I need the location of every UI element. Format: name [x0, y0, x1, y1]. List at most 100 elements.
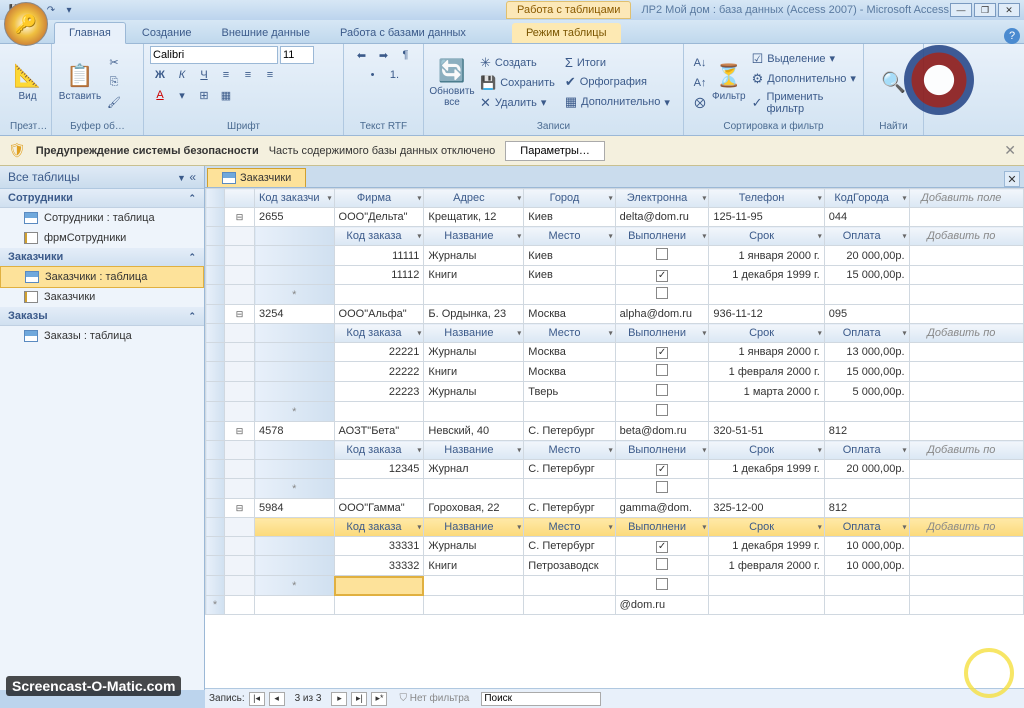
nav-new-icon[interactable]: ▸*	[371, 692, 387, 706]
column-header[interactable]: Название▾	[424, 324, 524, 343]
filter-status[interactable]: ⛉ Нет фильтра	[391, 693, 477, 704]
new-subrow[interactable]: *	[206, 479, 1024, 499]
doc-close-icon[interactable]: ✕	[1004, 171, 1020, 187]
sort-desc-icon[interactable]: A↑	[690, 74, 710, 92]
font-name-combo[interactable]	[150, 46, 278, 64]
record-search-input[interactable]	[481, 692, 601, 706]
new-row[interactable]: *@dom.ru	[206, 596, 1024, 615]
selection-button[interactable]: ☑Выделение ▾	[748, 50, 860, 68]
column-header[interactable]: Название▾	[424, 227, 524, 246]
column-header[interactable]: Название▾	[424, 441, 524, 460]
checkbox[interactable]: ✓	[656, 347, 668, 359]
collapse-icon[interactable]: ⌃	[188, 193, 196, 204]
advanced-filter-button[interactable]: ⚙Дополнительно ▾	[748, 70, 860, 88]
navpane-group-header[interactable]: Заказы⌃	[0, 307, 204, 326]
column-header[interactable]: Оплата▾	[824, 227, 909, 246]
column-header[interactable]: КодГорода▾	[824, 189, 909, 208]
bullets-icon[interactable]: •	[363, 66, 383, 84]
security-options-button[interactable]: Параметры…	[505, 141, 605, 161]
navpane-item[interactable]: Сотрудники : таблица	[0, 208, 204, 228]
checkbox[interactable]: ✓	[656, 541, 668, 553]
format-painter-icon[interactable]: 🖌	[104, 94, 124, 112]
column-header[interactable]: Адрес▾	[424, 189, 524, 208]
minimize-button[interactable]: —	[950, 3, 972, 17]
new-record-button[interactable]: ✳Создать	[476, 54, 559, 72]
nav-next-icon[interactable]: ▸	[331, 692, 347, 706]
column-header[interactable]: Код заказа▾	[334, 324, 424, 343]
table-row[interactable]: ⊟5984ООО"Гамма"Гороховая, 22С. Петербург…	[206, 499, 1024, 518]
checkbox[interactable]	[656, 248, 668, 260]
align-right-icon[interactable]: ≡	[260, 66, 280, 84]
rtl-icon[interactable]: ¶	[396, 46, 416, 64]
column-header[interactable]: Срок▾	[709, 324, 824, 343]
column-header[interactable]: Добавить по	[909, 441, 1023, 460]
spelling-button[interactable]: ✔Орфография	[561, 73, 674, 91]
column-header[interactable]: Срок▾	[709, 518, 824, 537]
help-icon[interactable]: ?	[1004, 28, 1020, 44]
table-row[interactable]: 22221ЖурналыМосква✓1 января 2000 г.13 00…	[206, 343, 1024, 362]
collapse-pane-icon[interactable]: «	[189, 170, 196, 184]
bold-button[interactable]: Ж	[150, 66, 170, 84]
checkbox[interactable]: ✓	[656, 464, 668, 476]
column-header[interactable]: Добавить по	[909, 324, 1023, 343]
table-row[interactable]: ⊟2655ООО"Дельта"Крещатик, 12Киевdelta@do…	[206, 208, 1024, 227]
refresh-button[interactable]: 🔄Обновить все	[430, 50, 474, 116]
table-row[interactable]: ⊟4578АОЗТ"Бета"Невский, 40С. Петербургbe…	[206, 422, 1024, 441]
column-header[interactable]: Срок▾	[709, 441, 824, 460]
column-header[interactable]: Фирма▾	[334, 189, 424, 208]
tab-datasheet[interactable]: Режим таблицы	[512, 23, 621, 43]
table-row[interactable]: 11112КнигиКиев✓1 декабря 1999 г.15 000,0…	[206, 266, 1024, 285]
underline-button[interactable]: Ч	[194, 66, 214, 84]
font-color-icon[interactable]: A	[150, 86, 170, 104]
collapse-icon[interactable]: ⊟	[225, 208, 255, 227]
table-row[interactable]: 33331ЖурналыС. Петербург✓1 декабря 1999 …	[206, 537, 1024, 556]
navpane-group-header[interactable]: Сотрудники⌃	[0, 189, 204, 208]
collapse-icon[interactable]: ⌃	[188, 252, 196, 263]
column-header[interactable]: Срок▾	[709, 227, 824, 246]
qat-customize-icon[interactable]: ▾	[62, 3, 76, 17]
altrow-icon[interactable]: ▦	[216, 86, 236, 104]
column-header[interactable]: Место▾	[524, 324, 615, 343]
filter-button[interactable]: ⏳Фильтр	[712, 50, 746, 116]
table-row[interactable]: 33332КнигиПетрозаводск1 февраля 2000 г.1…	[206, 556, 1024, 576]
close-button[interactable]: ✕	[998, 3, 1020, 17]
navpane-group-header[interactable]: Заказчики⌃	[0, 248, 204, 267]
security-close-icon[interactable]: ✕	[1004, 142, 1016, 159]
column-header[interactable]: Добавить по	[909, 518, 1023, 537]
column-header[interactable]: Место▾	[524, 441, 615, 460]
column-header[interactable]: Добавить поле	[909, 189, 1023, 208]
table-row[interactable]: ⊟3254ООО"Альфа"Б. Ордынка, 23Москваalpha…	[206, 305, 1024, 324]
column-header[interactable]: Место▾	[524, 227, 615, 246]
navpane-item[interactable]: Заказчики : таблица	[0, 266, 204, 288]
column-header[interactable]: Оплата▾	[824, 441, 909, 460]
navpane-item[interactable]: фрмСотрудники	[0, 228, 204, 248]
column-header[interactable]: Код заказа▾	[334, 227, 424, 246]
indent-dec-icon[interactable]: ⬅	[352, 46, 372, 64]
datasheet-grid[interactable]: Код заказчи▾Фирма▾Адрес▾Город▾Электронна…	[205, 188, 1024, 615]
collapse-icon[interactable]: ⊟	[225, 422, 255, 441]
new-subrow[interactable]: *	[206, 576, 1024, 596]
column-header[interactable]: Добавить по	[909, 227, 1023, 246]
column-header[interactable]: Название▾	[424, 518, 524, 537]
collapse-icon[interactable]: ⊟	[225, 499, 255, 518]
cut-icon[interactable]: ✂	[104, 54, 124, 72]
chevron-down-icon[interactable]: ▼	[177, 173, 186, 183]
column-header[interactable]: Выполнени▾	[615, 518, 709, 537]
new-subrow[interactable]: *	[206, 285, 1024, 305]
nav-first-icon[interactable]: |◂	[249, 692, 265, 706]
checkbox[interactable]	[656, 578, 668, 590]
italic-button[interactable]: К	[172, 66, 192, 84]
clear-sort-icon[interactable]: ⨂	[690, 94, 710, 112]
table-row[interactable]: 22223ЖурналыТверь1 марта 2000 г.5 000,00…	[206, 382, 1024, 402]
column-header[interactable]: Место▾	[524, 518, 615, 537]
apply-filter-button[interactable]: ✓Применить фильтр	[748, 90, 860, 116]
tab-home[interactable]: Главная	[54, 22, 126, 44]
find-icon[interactable]: 🔍	[881, 70, 906, 95]
nav-last-icon[interactable]: ▸|	[351, 692, 367, 706]
gridlines-icon[interactable]: ⊞	[194, 86, 214, 104]
totals-button[interactable]: ΣИтоги	[561, 54, 674, 71]
delete-button[interactable]: ✕Удалить ▾	[476, 94, 559, 112]
checkbox[interactable]	[656, 364, 668, 376]
tab-external[interactable]: Внешние данные	[208, 23, 324, 43]
column-header[interactable]: Выполнени▾	[615, 227, 709, 246]
